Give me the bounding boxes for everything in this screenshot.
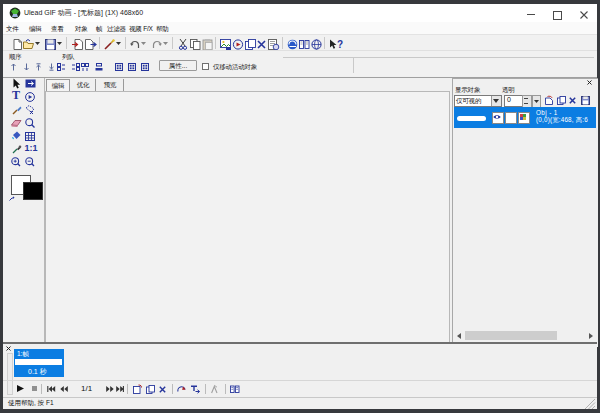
- svg-text:?: ?: [337, 39, 343, 50]
